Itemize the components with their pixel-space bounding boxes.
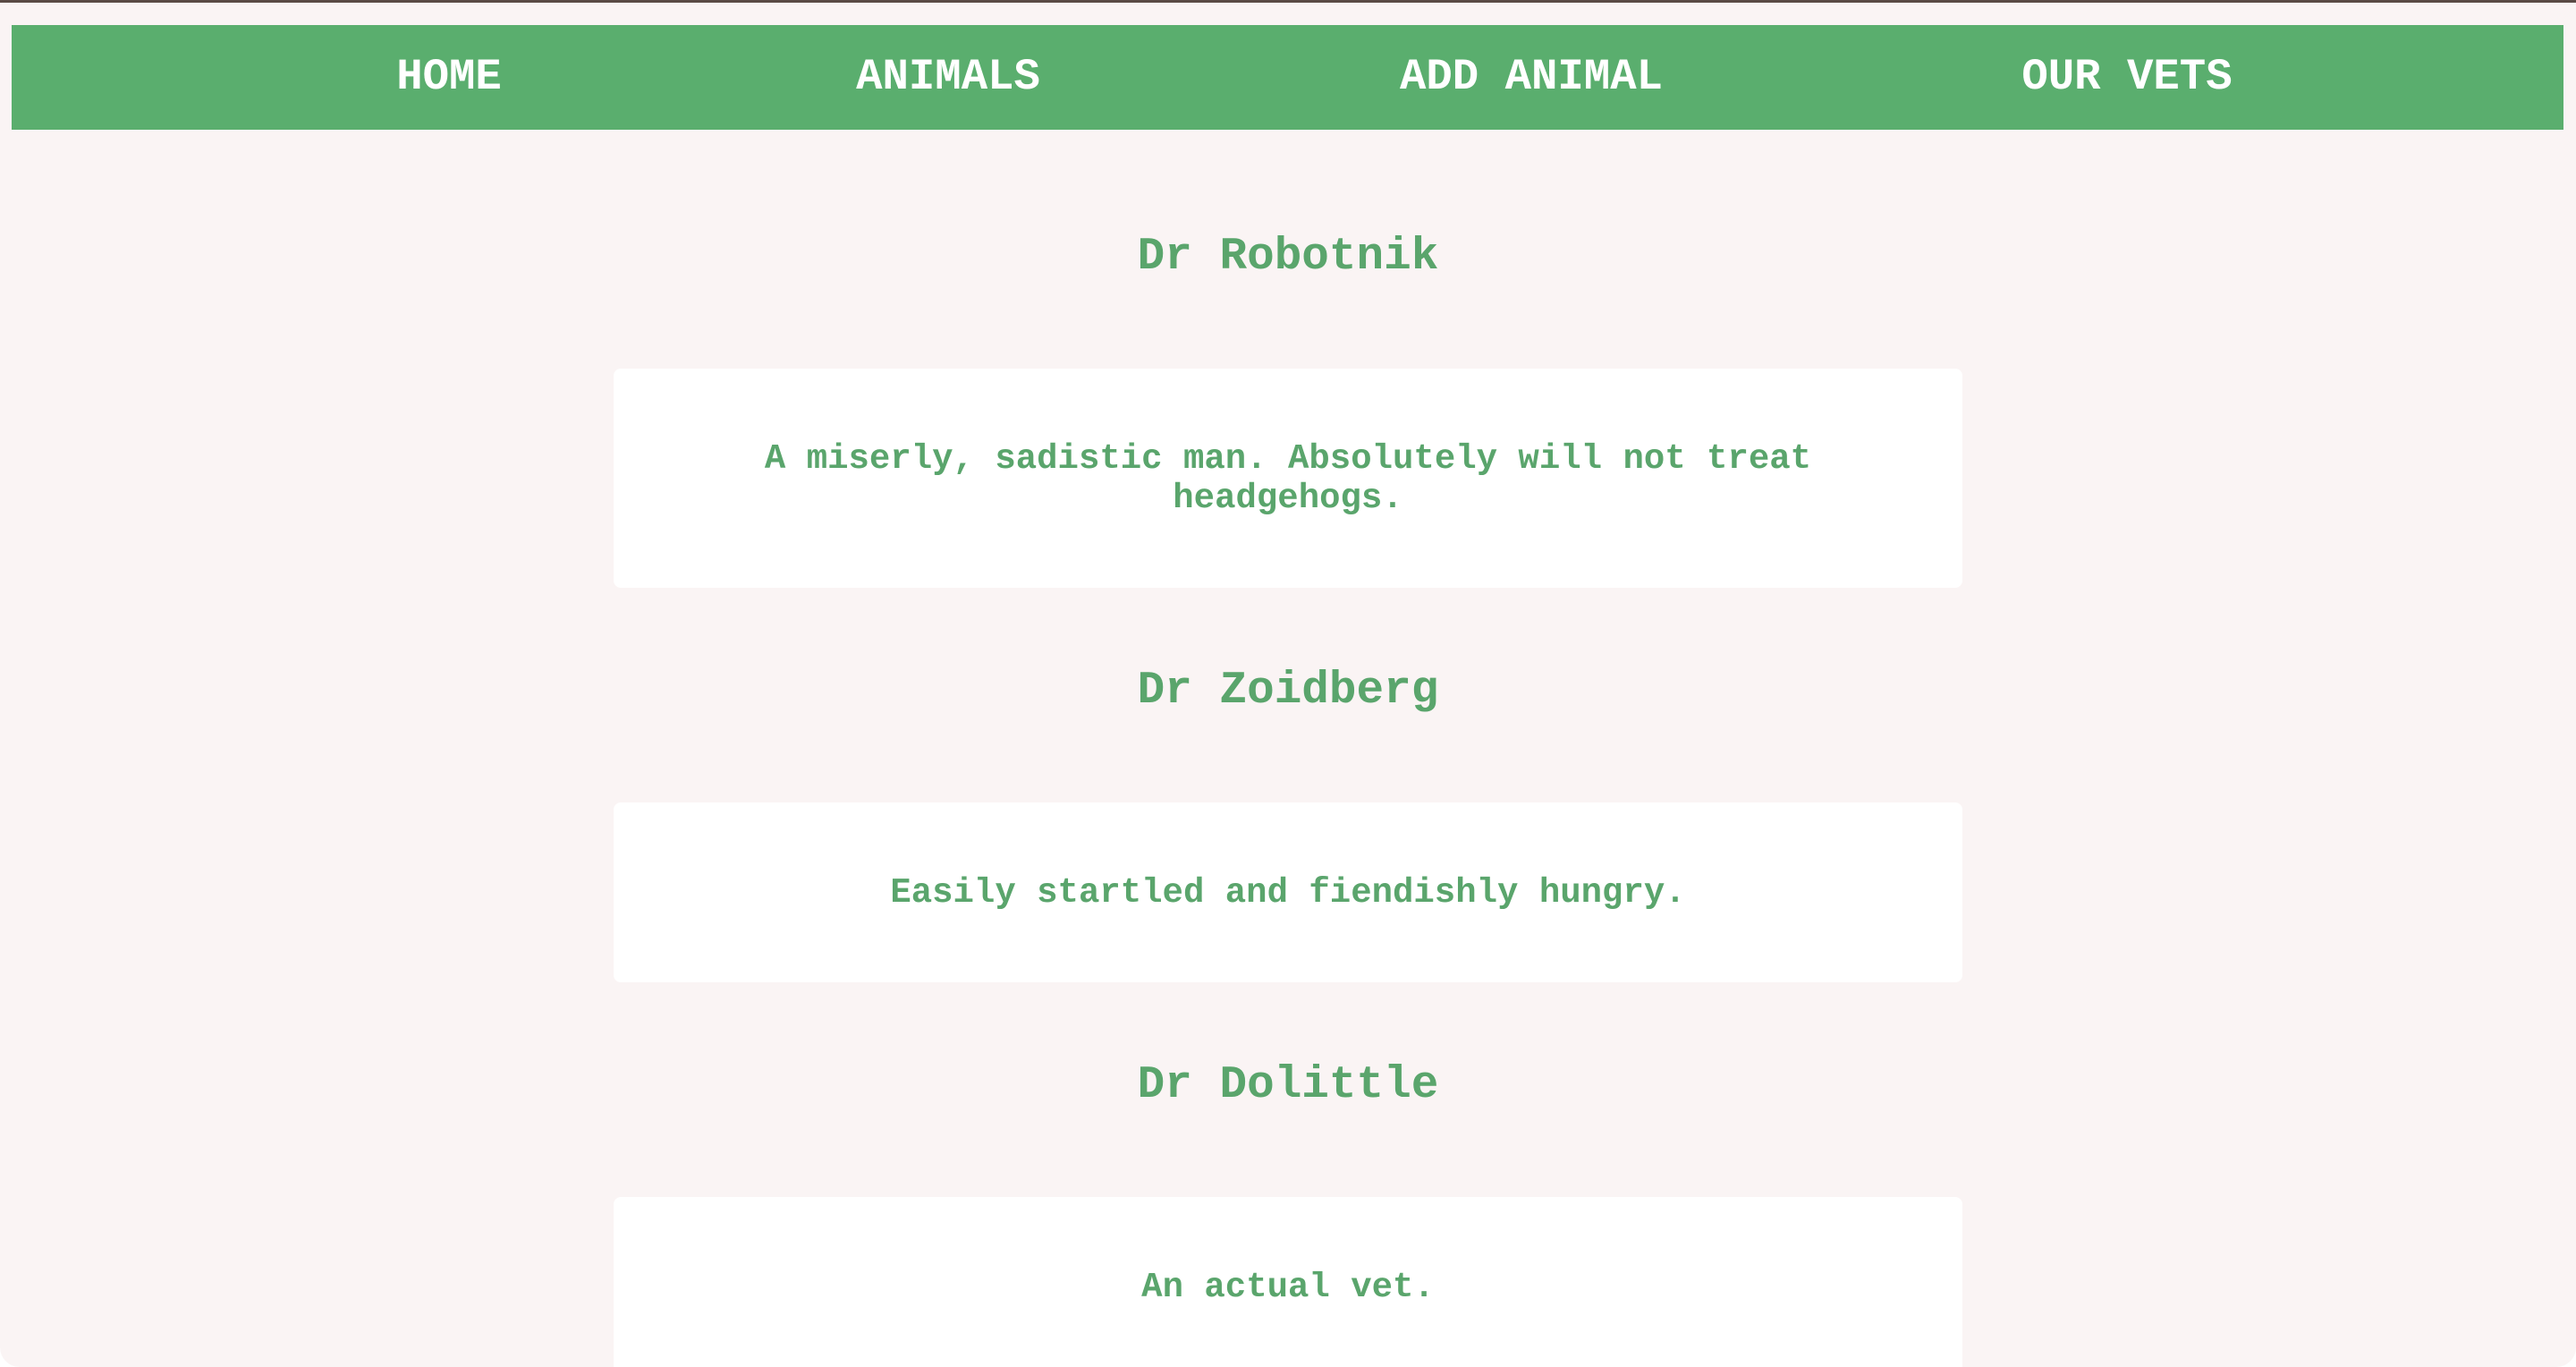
browser-viewport: HOME ANIMALS ADD ANIMAL OUR VETS Dr Robo… [0,3,2576,1367]
nav-link-add-animal[interactable]: ADD ANIMAL [1400,25,1663,130]
vet-description: An actual vet. [1141,1267,1435,1307]
nav-link-our-vets[interactable]: OUR VETS [2021,25,2232,130]
vet-name: Dr Zoidberg [1137,666,1439,717]
vet-name: Dr Dolittle [1137,1060,1439,1111]
nav-link-animals[interactable]: ANIMALS [856,25,1040,130]
vet-card: An actual vet. [614,1197,1962,1367]
vet-description: Easily startled and fiendishly hungry. [890,872,1686,913]
vet-name: Dr Robotnik [1137,232,1439,283]
vet-card: Easily startled and fiendishly hungry. [614,802,1962,982]
vet-card: A miserly, sadistic man. Absolutely will… [614,369,1962,588]
nav-link-home[interactable]: HOME [396,25,502,130]
nav-bar: HOME ANIMALS ADD ANIMAL OUR VETS [12,25,2563,130]
vet-description: A miserly, sadistic man. Absolutely will… [764,438,1812,518]
